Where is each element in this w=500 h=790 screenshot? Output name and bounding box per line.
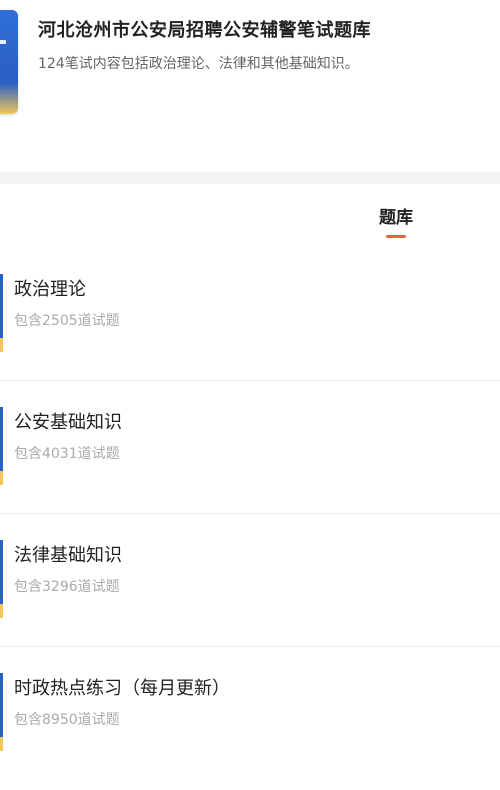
list-item[interactable]: 时政热点练习（每月更新） 包含8950道试题 [0, 647, 500, 780]
list-item[interactable]: 政治理论 包含2505道试题 [0, 248, 500, 381]
item-edge-decoration [0, 673, 3, 737]
item-edge-decoration [0, 407, 3, 471]
item-edge-accent [0, 471, 3, 485]
question-bank-header: 河北沧州市公安局招聘公安辅警笔试题库 124笔试内容包括政治理论、法律和其他基础… [0, 0, 500, 132]
question-bank-list: 政治理论 包含2505道试题 公安基础知识 包含4031道试题 法律基础知识 包… [0, 248, 500, 780]
section-divider [0, 172, 500, 184]
item-count: 包含8950道试题 [14, 712, 120, 728]
page-title: 河北沧州市公安局招聘公安辅警笔试题库 [38, 20, 371, 41]
item-edge-accent [0, 604, 3, 618]
item-edge-accent [0, 338, 3, 352]
tab-label: 题库 [379, 208, 413, 228]
page-subtitle: 124笔试内容包括政治理论、法律和其他基础知识。 [38, 56, 359, 72]
item-edge-decoration [0, 274, 3, 338]
item-edge-accent [0, 737, 3, 751]
page: 河北沧州市公安局招聘公安辅警笔试题库 124笔试内容包括政治理论、法律和其他基础… [0, 0, 500, 790]
book-cover-icon [0, 10, 18, 114]
list-item[interactable]: 公安基础知识 包含4031道试题 [0, 381, 500, 514]
item-title: 政治理论 [14, 279, 86, 300]
tab-active-indicator [386, 235, 406, 238]
item-count: 包含4031道试题 [14, 446, 120, 462]
item-edge-decoration [0, 540, 3, 604]
item-title: 公安基础知识 [14, 412, 122, 433]
cover-mark [0, 40, 6, 44]
list-item[interactable]: 法律基础知识 包含3296道试题 [0, 514, 500, 647]
item-title: 法律基础知识 [14, 545, 122, 566]
item-title: 时政热点练习（每月更新） [14, 678, 230, 699]
item-count: 包含2505道试题 [14, 313, 120, 329]
item-count: 包含3296道试题 [14, 579, 120, 595]
tab-question-bank[interactable]: 题库 [360, 203, 432, 243]
